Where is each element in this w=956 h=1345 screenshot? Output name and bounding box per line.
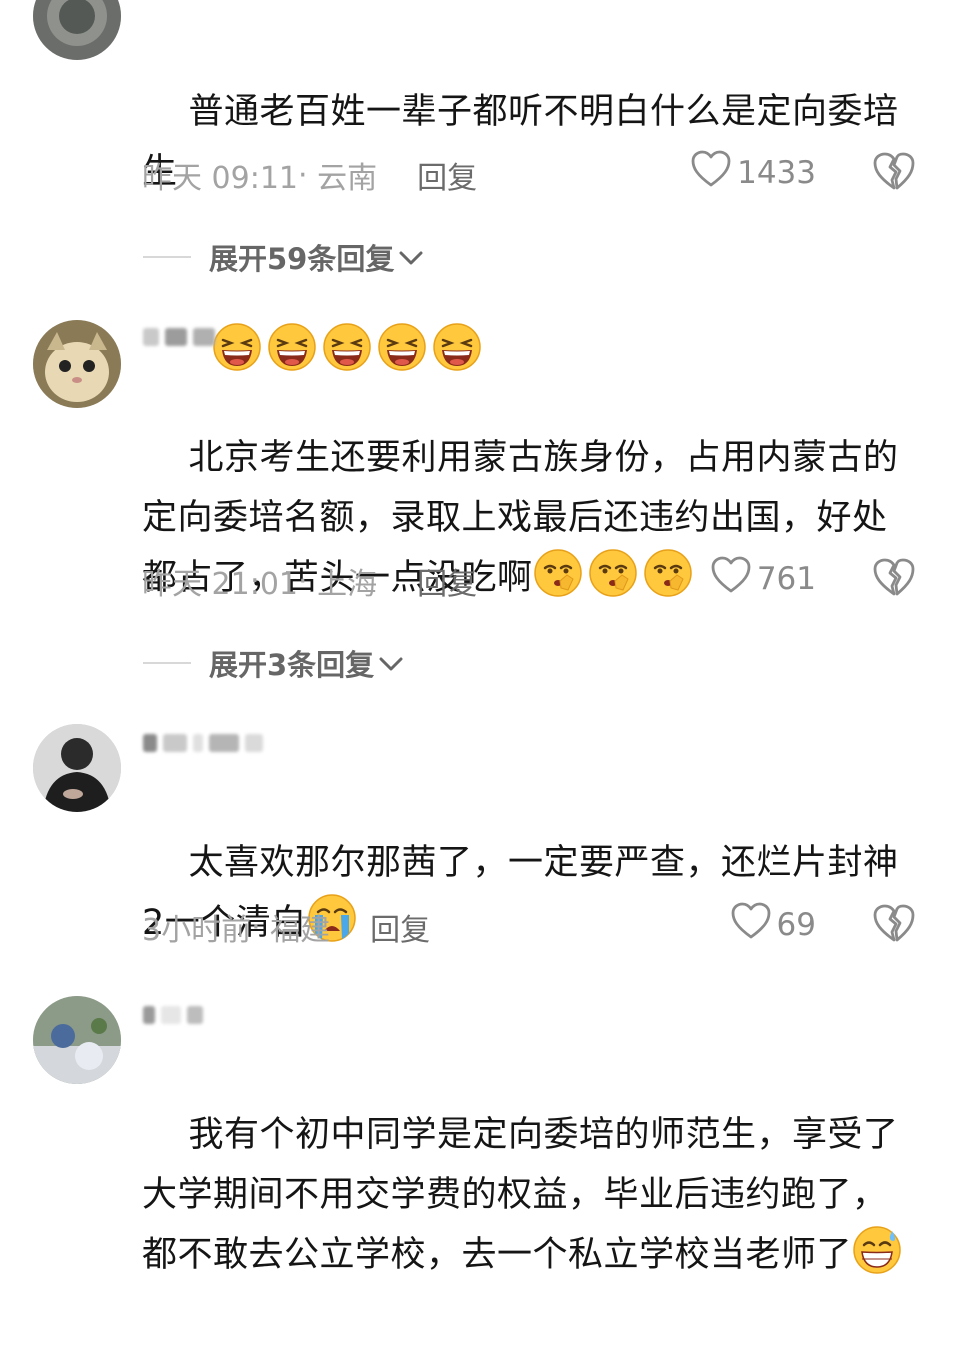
username-redacted[interactable]: [143, 1000, 203, 1030]
like-count: 761: [756, 561, 816, 597]
heart-icon: [691, 150, 731, 196]
comment-meta: 3小时前 · 福建 回复: [142, 905, 430, 949]
like-count: 1433: [737, 155, 816, 191]
like-count: 69: [776, 907, 816, 943]
location: 云南: [317, 161, 378, 196]
reply-button[interactable]: 回复: [417, 559, 477, 603]
avatar[interactable]: [33, 320, 121, 408]
avatar[interactable]: [33, 996, 121, 1084]
timestamp: 昨天 09:11: [142, 161, 298, 196]
heart-icon: [711, 556, 751, 602]
expand-replies-button[interactable]: 展开59条回复: [143, 236, 424, 278]
comment-text: 我有个初中同学是定向委培的师范生，享受了大学期间不用交学费的权益，毕业后违约跑了…: [142, 1045, 912, 1345]
username-redacted[interactable]: [143, 322, 215, 352]
like-button[interactable]: 761: [711, 556, 816, 602]
dislike-button[interactable]: [873, 903, 915, 943]
location: 上海: [317, 567, 378, 602]
dislike-button[interactable]: [873, 557, 915, 597]
comment-meta: 昨天 09:11 · 云南 回复: [142, 153, 477, 197]
grinning-sweat-face-icon: [852, 1226, 907, 1275]
shushing-face-icon: [533, 549, 698, 598]
broken-heart-icon: [873, 558, 915, 601]
comment-text: 太喜欢那尔那茜了，一定要严查，还烂片封神2一个清白: [142, 843, 899, 943]
expand-replies-button[interactable]: 展开3条回复: [143, 642, 404, 684]
username-redacted[interactable]: [143, 728, 263, 758]
timestamp: 3小时前: [142, 913, 252, 948]
divider: [143, 256, 191, 258]
reply-button[interactable]: 回复: [417, 153, 477, 197]
comment-text: 北京考生还要利用蒙古族身份，占用内蒙古的定向委培名额，录取上戏最后还违约出国，好…: [142, 438, 899, 598]
divider: [143, 662, 191, 664]
avatar[interactable]: [33, 0, 121, 60]
avatar[interactable]: [33, 724, 121, 812]
location: 福建: [270, 913, 331, 948]
broken-heart-icon: [873, 904, 915, 947]
timestamp: 昨天 21:01: [142, 567, 298, 602]
like-button[interactable]: 1433: [691, 150, 816, 196]
like-button[interactable]: 69: [731, 902, 816, 948]
chevron-down-icon: [394, 240, 424, 274]
heart-icon: [731, 902, 771, 948]
reply-button[interactable]: 回复: [370, 905, 430, 949]
broken-heart-icon: [873, 152, 915, 195]
dislike-button[interactable]: [873, 151, 915, 191]
comment-meta: 昨天 21:01 · 上海 回复: [142, 559, 477, 603]
chevron-down-icon: [374, 646, 404, 680]
